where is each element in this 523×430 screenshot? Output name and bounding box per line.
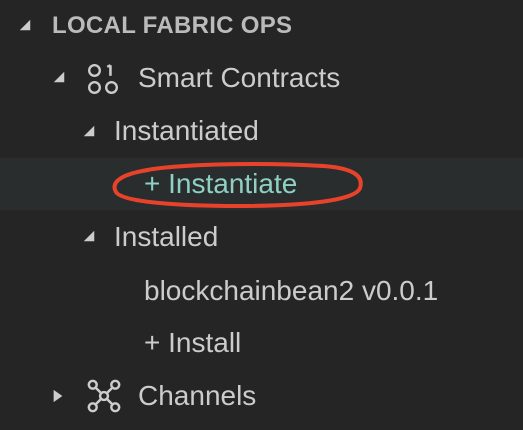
chevron-expanded-icon[interactable] [82, 124, 96, 138]
instantiate-action-label[interactable]: + Instantiate [144, 168, 297, 200]
chevron-collapsed-icon[interactable] [51, 389, 65, 403]
smart-contracts-icon [88, 64, 118, 94]
tree-item-instantiated[interactable]: Instantiated [0, 105, 523, 157]
tree-item-channels[interactable]: Channels [0, 370, 523, 422]
section-title: LOCAL FABRIC OPS [52, 12, 293, 39]
channels-label: Channels [138, 380, 257, 411]
channels-network-icon [87, 379, 121, 413]
tree-item-installed-contract[interactable]: blockchainbean2 v0.0.1 [0, 265, 523, 317]
smart-contracts-label: Smart Contracts [138, 62, 341, 93]
installed-contract-label: blockchainbean2 v0.0.1 [144, 275, 439, 306]
chevron-expanded-icon[interactable] [52, 70, 66, 84]
fabric-explorer-panel: LOCAL FABRIC OPS Smart Contracts Instant… [0, 0, 523, 430]
install-action-label[interactable]: + Install [144, 327, 241, 359]
instantiated-label: Instantiated [114, 115, 259, 146]
tree-item-installed[interactable]: Installed [0, 211, 523, 263]
tree-item-instantiate-action[interactable]: + Instantiate [0, 158, 523, 210]
chevron-expanded-icon[interactable] [82, 229, 96, 243]
tree-item-install-action[interactable]: + Install [0, 317, 523, 369]
installed-label: Installed [114, 221, 219, 252]
chevron-expanded-icon[interactable] [18, 18, 32, 32]
tree-item-smart-contracts[interactable]: Smart Contracts [0, 52, 523, 104]
section-header-local-fabric-ops[interactable]: LOCAL FABRIC OPS [0, 0, 523, 52]
